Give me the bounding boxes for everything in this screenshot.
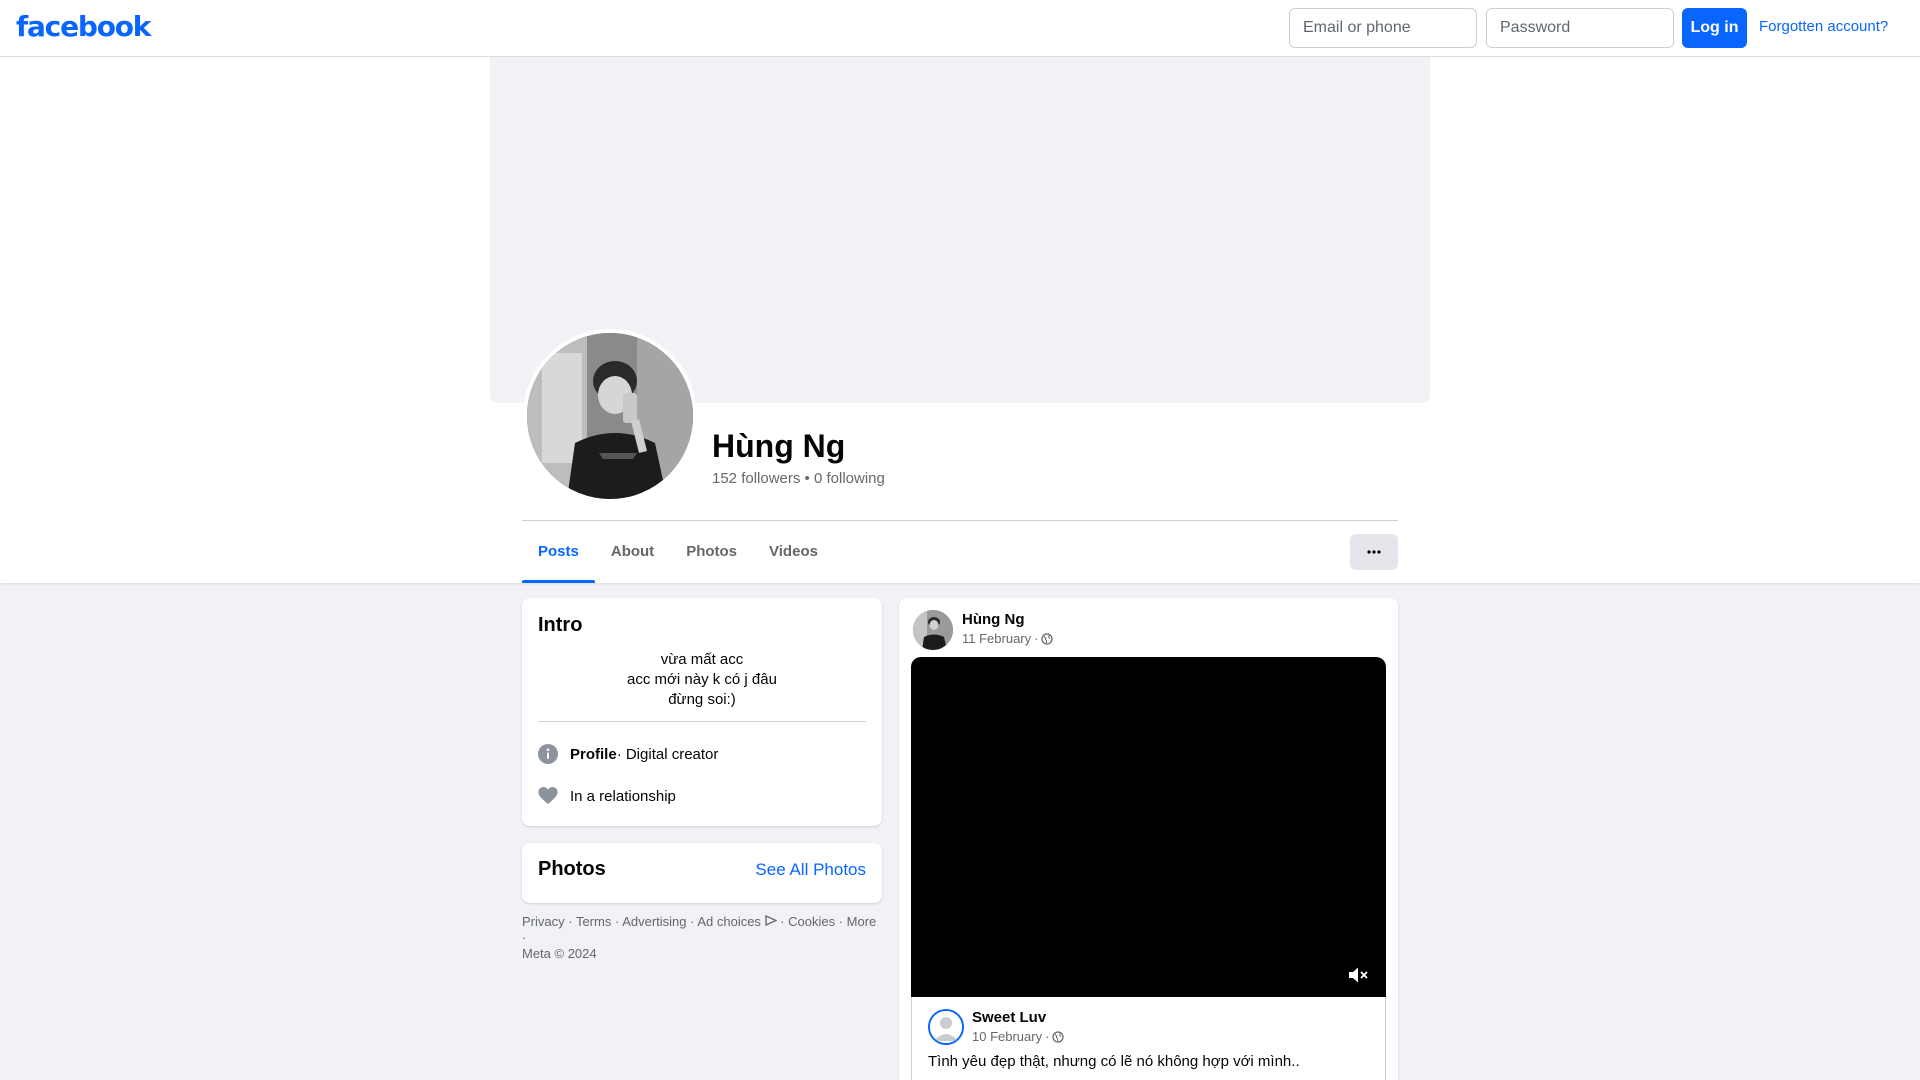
intro-profile-category: Profile · Digital creator: [538, 742, 718, 766]
intro-card: Intro vừa mất acc acc mới này k có j đâu…: [522, 598, 882, 826]
post-author-avatar[interactable]: [913, 610, 953, 650]
ad-choices-icon: [764, 914, 778, 927]
see-all-photos-link[interactable]: See All Photos: [755, 860, 866, 880]
profile-tabs: Posts About Photos Videos: [522, 521, 834, 583]
intro-title: Intro: [538, 614, 583, 636]
shared-post-meta: 10 February ·: [972, 1029, 1065, 1044]
post-card: Hùng Ng 11 February · Sweet Luv 10 Febru…: [899, 598, 1398, 1080]
shared-author-name[interactable]: Sweet Luv: [972, 1009, 1046, 1026]
ad-choices-label: Ad choices: [697, 914, 761, 929]
photos-card: Photos See All Photos: [522, 843, 882, 903]
footer-cookies-link[interactable]: Cookies: [788, 914, 835, 929]
bio-line: đừng soi:): [668, 691, 736, 708]
footer-privacy-link[interactable]: Privacy: [522, 914, 565, 929]
intro-bio: vừa mất acc acc mới này k có j đâu đừng …: [538, 650, 866, 710]
tab-photos[interactable]: Photos: [670, 521, 753, 582]
globe-icon: [1052, 1030, 1065, 1043]
email-or-phone-input[interactable]: [1289, 8, 1477, 48]
bio-line: acc mới này k có j đâu: [627, 671, 777, 688]
heart-icon: [538, 787, 558, 804]
post-author-name[interactable]: Hùng Ng: [962, 611, 1024, 628]
password-input[interactable]: [1486, 8, 1674, 48]
intro-relationship: In a relationship: [538, 784, 676, 808]
shared-post-attachment[interactable]: Sweet Luv 10 February · Tình yêu đẹp thậ…: [911, 997, 1386, 1080]
bio-line: vừa mất acc: [660, 651, 744, 668]
footer-advertising-link[interactable]: Advertising: [622, 914, 686, 929]
followers-count[interactable]: 152 followers: [712, 470, 800, 487]
footer-links: Privacy · Terms · Advertising · Ad choic…: [522, 914, 882, 962]
profile-picture[interactable]: [523, 329, 697, 503]
profile-name: Hùng Ng: [712, 428, 846, 464]
post-video[interactable]: [911, 657, 1386, 997]
intro-divider: [538, 721, 866, 722]
log-in-button[interactable]: Log in: [1682, 8, 1747, 48]
footer-copyright: Meta © 2024: [522, 946, 597, 961]
info-icon: [538, 744, 558, 764]
footer-terms-link[interactable]: Terms: [576, 914, 611, 929]
relationship-status: In a relationship: [570, 787, 676, 805]
profile-follow-stats: 152 followers • 0 following: [712, 470, 885, 487]
post-meta: 11 February ·: [962, 631, 1054, 646]
top-navigation-bar: facebook Log in Forgotten account?: [0, 0, 1920, 57]
profile-category: · Digital creator: [616, 745, 719, 763]
tab-about[interactable]: About: [595, 521, 670, 582]
globe-icon: [1041, 632, 1054, 645]
forgotten-account-link[interactable]: Forgotten account?: [1759, 18, 1888, 35]
tab-videos[interactable]: Videos: [753, 521, 834, 582]
stats-separator: •: [800, 470, 814, 487]
more-options-button[interactable]: [1350, 534, 1398, 570]
profile-label: Profile: [570, 745, 617, 763]
photos-title: Photos: [538, 858, 606, 880]
shared-post-text: Tình yêu đẹp thật, nhưng có lẽ nó không …: [928, 1053, 1300, 1070]
more-dots-icon: [1367, 550, 1381, 554]
tab-posts[interactable]: Posts: [522, 521, 595, 583]
footer-more-link[interactable]: More: [847, 914, 877, 929]
shared-post-date[interactable]: 10 February: [972, 1029, 1042, 1044]
profile-header: Hùng Ng 152 followers • 0 following Post…: [0, 57, 1920, 583]
following-count[interactable]: 0 following: [814, 470, 885, 487]
post-date[interactable]: 11 February: [962, 631, 1031, 646]
facebook-logo[interactable]: facebook: [16, 10, 151, 43]
mute-icon[interactable]: [1346, 963, 1370, 987]
footer-ad-choices-link[interactable]: Ad choices: [697, 914, 778, 929]
shared-author-avatar[interactable]: [928, 1009, 964, 1045]
